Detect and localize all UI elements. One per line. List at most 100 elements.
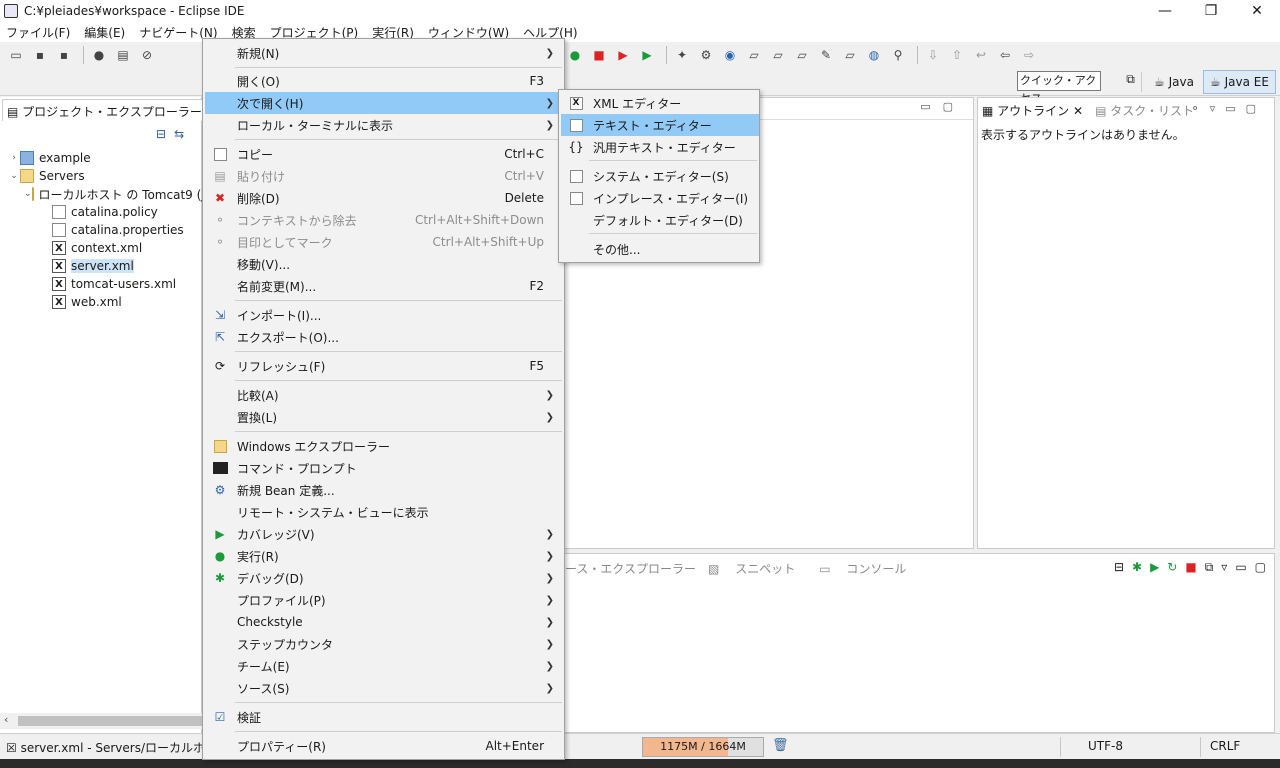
new-icon[interactable]: ▭	[6, 45, 26, 65]
menu-item-new-bean[interactable]: ⚙ 新規 Bean 定義...	[205, 479, 564, 501]
submenu-item-generic-text-editor[interactable]: {} 汎用テキスト・エディター	[561, 136, 759, 158]
tree-item-example[interactable]: › example	[0, 149, 202, 167]
menu-item-import[interactable]: ⇲ インポート(I)...	[205, 304, 564, 326]
scrollbar-thumb[interactable]	[18, 716, 202, 726]
submenu-item-xml-editor[interactable]: X XML エディター	[561, 92, 759, 114]
build-icon[interactable]: ✦	[672, 45, 692, 65]
publish-icon[interactable]: ⧉	[1205, 560, 1214, 575]
horizontal-scrollbar[interactable]: ‹	[0, 713, 202, 729]
tree-item-file[interactable]: X web.xml	[0, 293, 202, 311]
prev-annotation-icon[interactable]: ⇧	[947, 45, 967, 65]
menu-item-export[interactable]: ⇱ エクスポート(O)...	[205, 326, 564, 348]
back-icon[interactable]: ⇦	[995, 45, 1015, 65]
stop-server-icon[interactable]: ■	[1185, 560, 1196, 575]
next-annotation-icon[interactable]: ⇩	[923, 45, 943, 65]
menu-item-source[interactable]: ソース(S) ❯	[205, 677, 564, 699]
menu-item-debug[interactable]: ✱ デバッグ(D) ❯	[205, 567, 564, 589]
stop-icon[interactable]: ■	[589, 45, 609, 65]
menu-item-open-with[interactable]: 次で開く(H) ❯	[205, 92, 564, 114]
menu-item-replace[interactable]: 置換(L) ❯	[205, 406, 564, 428]
open-type-icon[interactable]: ▱	[744, 45, 764, 65]
menu-item-show-in-terminal[interactable]: ローカル・ターミナルに表示 ❯	[205, 114, 564, 136]
heap-status[interactable]: 1175M / 1664M	[642, 737, 764, 757]
menu-item-new[interactable]: 新規(N) ❯	[205, 42, 564, 64]
open-perspective-icon[interactable]: ⧉	[1120, 72, 1142, 92]
close-window-button[interactable]: ✕	[1234, 0, 1280, 22]
menu-item-step-counter[interactable]: ステップカウンタ ❯	[205, 633, 564, 655]
menu-item-remove-from-context[interactable]: ⚬ コンテキストから除去 Ctrl+Alt+Shift+Down	[205, 209, 564, 231]
collapse-chevron-icon[interactable]: ⌄	[8, 171, 20, 181]
tree-item-servers[interactable]: ⌄ Servers	[0, 167, 202, 185]
menu-item-move[interactable]: 移動(V)...	[205, 253, 564, 275]
tab-outline[interactable]: ▦ アウトライン ✕	[982, 102, 1083, 119]
globe-icon[interactable]: ◍	[864, 45, 884, 65]
save-icon[interactable]: ▪	[30, 45, 50, 65]
menu-item-open[interactable]: 開く(O) F3	[205, 70, 564, 92]
debug-server-icon[interactable]: ▶	[613, 45, 633, 65]
submenu-item-other[interactable]: その他...	[561, 238, 759, 260]
profile-server-icon[interactable]: ↻	[1167, 560, 1177, 575]
terminal-icon[interactable]: ▤	[113, 45, 133, 65]
folder-icon[interactable]: ▱	[792, 45, 812, 65]
tree-item-file[interactable]: X tomcat-users.xml	[0, 275, 202, 293]
tab-project-explorer[interactable]: ▤ プロジェクト・エクスプローラー ✕	[2, 99, 231, 121]
tab-data-source-explorer[interactable]: ース・エクスプローラー	[565, 560, 696, 577]
search-icon[interactable]: ⚲	[888, 45, 908, 65]
close-view-icon[interactable]: ✕	[1073, 104, 1083, 118]
menu-item-properties[interactable]: プロパティー(R) Alt+Enter	[205, 735, 564, 757]
menu-item-coverage[interactable]: ▶ カバレッジ(V) ❯	[205, 523, 564, 545]
trash-gc-icon[interactable]: 🗑	[772, 738, 789, 753]
menu-item-copy[interactable]: コピー Ctrl+C	[205, 143, 564, 165]
outline-controls[interactable]: ⚬▿▭▢	[1190, 102, 1266, 115]
menu-item-delete[interactable]: ✖ 削除(D) Delete	[205, 187, 564, 209]
tree-item-tomcat[interactable]: ⌄ ローカルホスト の Tomcat9 (Jav	[0, 185, 219, 203]
run-server-icon[interactable]: ▶	[637, 45, 657, 65]
menu-item-command-prompt[interactable]: コマンド・プロンプト	[205, 457, 564, 479]
perspective-java-ee[interactable]: ☕ Java EE	[1203, 70, 1276, 94]
scroll-left-icon[interactable]: ‹	[4, 713, 8, 726]
quick-access-field[interactable]: クイック・アクセス	[1017, 71, 1101, 105]
last-edit-icon[interactable]: ↩	[971, 45, 991, 65]
menu-item-checkstyle[interactable]: Checkstyle ❯	[205, 611, 564, 633]
tree-item-file[interactable]: catalina.policy	[0, 203, 202, 221]
menu-item-team[interactable]: チーム(E) ❯	[205, 655, 564, 677]
menu-item-profile[interactable]: プロファイル(P) ❯	[205, 589, 564, 611]
menu-item-windows-explorer[interactable]: Windows エクスプローラー	[205, 435, 564, 457]
perspective-java[interactable]: ☕ Java	[1150, 72, 1198, 92]
menu-item-refresh[interactable]: ⟳ リフレッシュ(F) F5	[205, 355, 564, 377]
tab-console[interactable]: ▭ コンソール	[819, 560, 918, 577]
submenu-item-text-editor[interactable]: テキスト・エディター	[561, 114, 759, 136]
view-menu-icon[interactable]: ▿	[1221, 560, 1227, 575]
user-icon[interactable]: ●	[89, 45, 109, 65]
menu-file[interactable]: ファイル(F)	[6, 24, 70, 41]
tree-item-file[interactable]: X context.xml	[0, 239, 202, 257]
submenu-item-inplace-editor[interactable]: インプレース・エディター(I)	[561, 187, 759, 209]
menu-item-paste[interactable]: ▤ 貼り付け Ctrl+V	[205, 165, 564, 187]
menu-item-rename[interactable]: 名前変更(M)... F2	[205, 275, 564, 297]
restore-button[interactable]: ❐	[1188, 0, 1234, 22]
maximize-view-icon[interactable]: ▢	[1255, 560, 1266, 575]
open-folder-icon[interactable]: ▱	[768, 45, 788, 65]
menu-item-run[interactable]: ● 実行(R) ❯	[205, 545, 564, 567]
pen-icon[interactable]: ✎	[816, 45, 836, 65]
tab-snippets[interactable]: ▧ スニペット	[708, 560, 807, 577]
menu-item-mark-landmark[interactable]: ⚬ 目印としてマーク Ctrl+Alt+Shift+Up	[205, 231, 564, 253]
minimize-button[interactable]: —	[1142, 0, 1188, 22]
link-with-editor-icon[interactable]: ⇆	[174, 127, 184, 141]
submenu-item-system-editor[interactable]: システム・エディター(S)	[561, 165, 759, 187]
collapse-chevron-icon[interactable]: ⌄	[24, 189, 32, 199]
tree-item-file-selected[interactable]: X server.xml	[0, 257, 202, 275]
expand-chevron-icon[interactable]: ›	[8, 153, 20, 163]
collapse-all-icon[interactable]: ⊟	[156, 127, 166, 141]
tree-item-file[interactable]: catalina.properties	[0, 221, 202, 239]
collapse-icon[interactable]: ⊟	[1114, 560, 1124, 575]
forward-icon[interactable]: ⇨	[1019, 45, 1039, 65]
new-class-icon[interactable]: ◉	[720, 45, 740, 65]
menu-item-validate[interactable]: ☑ 検証	[205, 706, 564, 728]
menu-item-compare[interactable]: 比較(A) ❯	[205, 384, 564, 406]
debug-icon[interactable]: ✱	[1132, 560, 1142, 575]
tab-task-list[interactable]: ▤ タスク・リスト	[1095, 102, 1194, 119]
menu-edit[interactable]: 編集(E)	[84, 24, 125, 41]
menu-item-remote-system[interactable]: リモート・システム・ビューに表示	[205, 501, 564, 523]
editor-window-controls[interactable]: ▭▢	[920, 100, 965, 113]
